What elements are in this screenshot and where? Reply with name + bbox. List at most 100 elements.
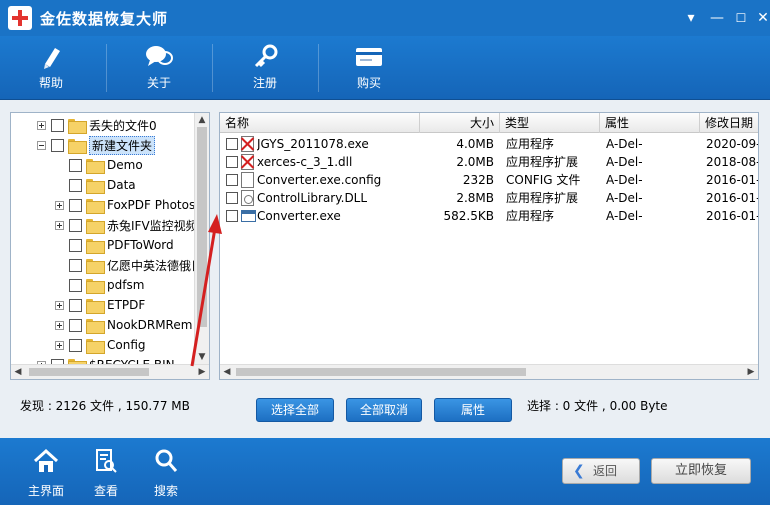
scrollbar-thumb[interactable] — [197, 127, 207, 327]
tree-item[interactable]: 新建文件夹 — [37, 135, 156, 155]
toolbar-divider — [212, 44, 213, 92]
tree-item-checkbox[interactable] — [51, 138, 64, 152]
folder-icon — [86, 198, 105, 214]
home-button[interactable]: 主界面 — [24, 446, 68, 498]
file-list-horizontal-scrollbar[interactable]: ◀ ▶ — [220, 364, 758, 379]
expand-icon[interactable] — [37, 120, 46, 130]
register-button[interactable]: 注册 — [234, 36, 296, 100]
tree-item-checkbox[interactable] — [69, 178, 82, 192]
minimize-button[interactable]: — — [706, 8, 728, 28]
tree-item-checkbox[interactable] — [69, 318, 82, 332]
scroll-right-arrow-icon[interactable]: ▶ — [195, 365, 209, 379]
file-type: 应用程序 — [506, 209, 555, 223]
column-header-attributes[interactable]: 属性 — [600, 113, 700, 133]
main-area: 丢失的文件0 新建文件夹 Demo Data FoxPDF Photos 赤兔IFV监控视… — [0, 100, 770, 438]
file-size: 582.5KB — [443, 209, 494, 223]
tree-item[interactable]: NookDRMRem — [55, 315, 192, 335]
tree-item-label: Demo — [107, 158, 143, 172]
expand-icon[interactable] — [55, 320, 64, 330]
tree-item[interactable]: Data — [55, 175, 136, 195]
view-button[interactable]: 查看 — [84, 446, 128, 498]
file-row[interactable]: JGYS_2011078.exe 4.0MB 应用程序 A-Del- 2020-09- — [220, 135, 758, 153]
tree-item-label: 新建文件夹 — [89, 135, 156, 155]
deselect-all-button[interactable]: 全部取消 — [346, 398, 422, 422]
tree-item-checkbox[interactable] — [69, 238, 82, 252]
buy-button[interactable]: 购买 — [338, 36, 400, 100]
column-header-modified-date[interactable]: 修改日期 — [700, 113, 758, 133]
tree-item[interactable]: Demo — [55, 155, 143, 175]
tree-item-checkbox[interactable] — [69, 278, 82, 292]
column-header-size[interactable]: 大小 — [420, 113, 500, 133]
tree-item[interactable]: FoxPDF Photos — [55, 195, 195, 215]
file-row-checkbox[interactable] — [226, 174, 238, 186]
tree-item[interactable]: PDFToWord — [55, 235, 174, 255]
search-button[interactable]: 搜索 — [144, 446, 188, 498]
tree-item[interactable]: 赤兔IFV监控视频 — [55, 215, 198, 235]
folder-icon — [86, 158, 105, 174]
file-list[interactable]: 名称 大小 类型 属性 修改日期 JGYS_2011078.exe 4.0MB 应用… — [219, 112, 759, 380]
close-button[interactable]: ✕ — [752, 8, 770, 28]
tree-item-checkbox[interactable] — [69, 218, 82, 232]
tree-item-label: Data — [107, 178, 136, 192]
file-row-checkbox[interactable] — [226, 192, 238, 204]
tree-item[interactable]: Config — [55, 335, 146, 355]
folder-tree[interactable]: 丢失的文件0 新建文件夹 Demo Data FoxPDF Photos 赤兔IFV监控视… — [10, 112, 210, 380]
column-header-type[interactable]: 类型 — [500, 113, 600, 133]
tree-vertical-scrollbar[interactable]: ▲ ▼ — [194, 113, 209, 364]
column-header-name[interactable]: 名称 — [220, 113, 420, 133]
tree-item-label: 丢失的文件0 — [89, 118, 157, 133]
folder-icon — [68, 118, 87, 134]
scroll-up-arrow-icon[interactable]: ▲ — [195, 113, 209, 127]
menu-dropdown-button[interactable]: ▾ — [680, 8, 702, 28]
expand-icon[interactable] — [55, 220, 64, 230]
scroll-right-arrow-icon[interactable]: ▶ — [744, 365, 758, 379]
card-icon — [356, 48, 382, 66]
file-row[interactable]: ControlLibrary.DLL 2.8MB 应用程序扩展 A-Del- 2016-… — [220, 189, 758, 207]
scrollbar-thumb[interactable] — [29, 368, 149, 376]
tree-item-checkbox[interactable] — [69, 298, 82, 312]
file-row[interactable]: xerces-c_3_1.dll 2.0MB 应用程序扩展 A-Del- 2018-08… — [220, 153, 758, 171]
select-all-button[interactable]: 选择全部 — [256, 398, 334, 422]
tree-item[interactable]: ETPDF — [55, 295, 145, 315]
collapse-icon[interactable] — [37, 140, 46, 150]
properties-button[interactable]: 属性 — [434, 398, 512, 422]
pen-icon — [44, 48, 60, 69]
scrollbar-thumb[interactable] — [236, 368, 526, 376]
tree-item-checkbox[interactable] — [69, 198, 82, 212]
file-name: Converter.exe.config — [257, 173, 382, 187]
toolbar: 帮助 关于 注册 购买 — [0, 36, 770, 100]
back-button[interactable]: ❮ 返回 — [562, 458, 640, 484]
tree-item[interactable]: 丢失的文件0 — [37, 115, 157, 135]
dll-file-icon — [241, 190, 254, 206]
expand-icon[interactable] — [55, 200, 64, 210]
file-row[interactable]: Converter.exe 582.5KB 应用程序 A-Del- 2016-01- — [220, 207, 759, 225]
maximize-button[interactable]: ☐ — [730, 8, 752, 28]
file-attributes: A-Del- — [606, 173, 643, 187]
help-button[interactable]: 帮助 — [20, 36, 82, 100]
file-row[interactable]: Converter.exe.config 232B CONFIG 文件 A-Del- 2… — [220, 171, 758, 189]
tree-item-checkbox[interactable] — [51, 118, 64, 132]
expand-icon[interactable] — [55, 340, 64, 350]
file-type: 应用程序 — [506, 137, 555, 151]
file-row-checkbox[interactable] — [226, 138, 238, 150]
expand-icon[interactable] — [55, 300, 64, 310]
scroll-left-arrow-icon[interactable]: ◀ — [11, 365, 25, 379]
folder-icon — [86, 318, 105, 334]
file-row-checkbox[interactable] — [226, 210, 238, 222]
tree-item[interactable]: pdfsm — [55, 275, 144, 295]
document-search-icon — [96, 449, 117, 473]
recover-now-button[interactable]: 立即恢复 — [651, 458, 751, 484]
file-row-checkbox[interactable] — [226, 156, 238, 168]
scroll-down-arrow-icon[interactable]: ▼ — [195, 350, 209, 364]
tree-item-label: 赤兔IFV监控视频 — [107, 218, 198, 233]
app-logo-icon — [8, 6, 32, 30]
tree-item-checkbox[interactable] — [69, 338, 82, 352]
about-button[interactable]: 关于 — [128, 36, 190, 100]
tree-item-checkbox[interactable] — [69, 258, 82, 272]
scroll-left-arrow-icon[interactable]: ◀ — [220, 365, 234, 379]
tree-item-checkbox[interactable] — [69, 158, 82, 172]
file-modified-date: 2016-01- — [706, 209, 759, 223]
tree-horizontal-scrollbar[interactable]: ◀ ▶ — [11, 364, 209, 379]
tree-item[interactable]: 亿愿中英法德俄日 — [55, 255, 203, 275]
